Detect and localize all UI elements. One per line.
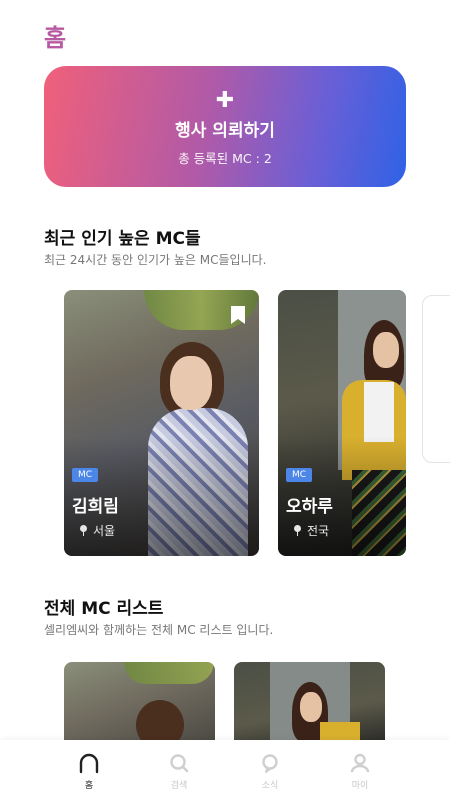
photo-jacket [320,722,360,742]
mc-list-card[interactable] [234,662,385,742]
tab-my[interactable]: 마이 [330,752,390,791]
all-mc-section-title: 전체 MC 리스트 [44,599,164,619]
location-pin-icon [80,525,87,536]
mc-card[interactable]: MC 김희림 서울 [64,290,259,556]
mc-location: 전국 [294,522,329,539]
tab-home[interactable]: 홈 [59,752,119,791]
home-icon [79,753,99,774]
tab-news-label: 소식 [261,781,279,791]
photo-hair [136,700,184,742]
popular-mc-carousel[interactable]: MC 김희림 서울 MC 오하루 전국 [64,290,406,556]
mc-badge: MC [72,468,99,482]
mc-card[interactable]: MC 오하루 전국 [278,290,406,556]
profile-icon [350,753,370,773]
location-pin-icon [294,525,301,536]
page-title: 홈 [44,24,67,52]
search-icon [170,754,189,773]
tab-home-label: 홈 [84,781,94,791]
photo-background [124,662,214,684]
plus-icon: ✚ [215,88,235,113]
registered-mc-count: 총 등록된 MC : 2 [178,151,272,166]
carousel-next-card-peek[interactable] [422,295,450,463]
photo-face [300,692,322,722]
news-icon [262,754,278,773]
mc-location-label: 전국 [307,524,330,538]
mc-location: 서울 [80,522,115,539]
mc-badge: MC [286,468,313,482]
all-mc-section-subtitle: 셀리엠씨와 함께하는 전체 MC 리스트 입니다. [44,623,274,637]
mc-list-card[interactable] [64,662,215,742]
mc-name: 오하루 [286,497,333,517]
popular-section-title: 최근 인기 높은 MC들 [44,229,201,249]
tab-search-label: 검색 [170,781,188,791]
tab-my-label: 마이 [351,781,369,791]
mc-location-label: 서울 [93,524,116,538]
request-event-title: 행사 의뢰하기 [175,121,275,141]
popular-section-subtitle: 최근 24시간 동안 인기가 높은 MC들입니다. [44,253,267,267]
bottom-tab-bar: 홈 검색 소식 마이 [0,740,450,800]
mc-name: 김희림 [72,497,119,517]
tab-news[interactable]: 소식 [240,752,300,791]
tab-search[interactable]: 검색 [149,752,209,791]
request-event-button[interactable]: ✚ 행사 의뢰하기 총 등록된 MC : 2 [44,66,406,187]
